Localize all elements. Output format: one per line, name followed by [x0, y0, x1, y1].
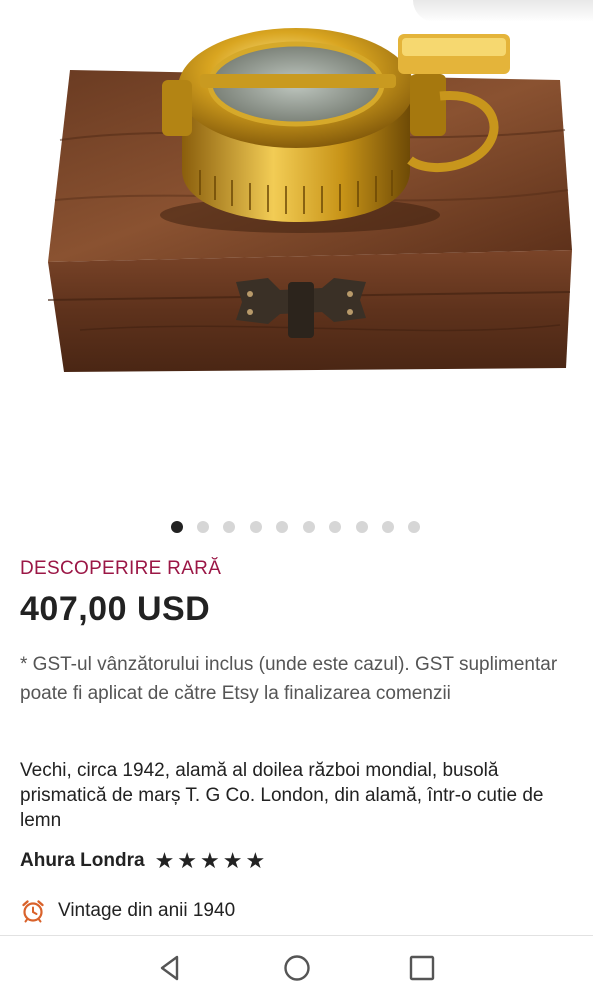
- gallery-dot[interactable]: [303, 521, 315, 533]
- vintage-label: Vintage din anii 1940: [58, 900, 236, 921]
- gallery-dot[interactable]: [382, 521, 394, 533]
- compass-in-wooden-box-photo: [47, 28, 572, 372]
- tax-note: * GST-ul vânzătorului inclus (unde este …: [20, 654, 558, 704]
- product-price: 407,00 USD: [20, 590, 211, 628]
- home-circle-icon[interactable]: [279, 950, 315, 986]
- rare-find-badge: DESCOPERIRE RARĂ: [20, 558, 222, 579]
- star-icon: ★: [222, 848, 243, 873]
- rating-stars: ★ ★ ★ ★ ★: [155, 850, 269, 872]
- star-icon: ★: [154, 848, 175, 873]
- back-triangle-icon[interactable]: [152, 950, 188, 986]
- gallery-dot[interactable]: [356, 521, 368, 533]
- product-title: Vechi, circa 1942, alamă al doilea războ…: [20, 760, 544, 831]
- star-icon: ★: [177, 848, 198, 873]
- recents-square-icon[interactable]: [404, 950, 440, 986]
- shop-rating-row[interactable]: Ahura Londra ★ ★ ★ ★ ★: [20, 848, 268, 874]
- gallery-dot[interactable]: [197, 521, 209, 533]
- gallery-dot[interactable]: [276, 521, 288, 533]
- gallery-dot[interactable]: [250, 521, 262, 533]
- vintage-info: Vintage din anii 1940: [20, 897, 235, 925]
- adjacent-image-edge: [413, 0, 593, 22]
- shop-name[interactable]: Ahura Londra: [20, 850, 145, 872]
- product-image[interactable]: [0, 0, 593, 505]
- star-icon: ★: [200, 848, 220, 873]
- gallery-dot-active[interactable]: [171, 521, 183, 533]
- star-icon: ★: [245, 848, 266, 873]
- gallery-dot[interactable]: [329, 521, 341, 533]
- gallery-dot[interactable]: [408, 521, 420, 533]
- gallery-pagination: [0, 521, 593, 535]
- system-navigation-bar: [0, 935, 593, 1001]
- gallery-dot[interactable]: [223, 521, 235, 533]
- alarm-clock-icon: [22, 900, 44, 923]
